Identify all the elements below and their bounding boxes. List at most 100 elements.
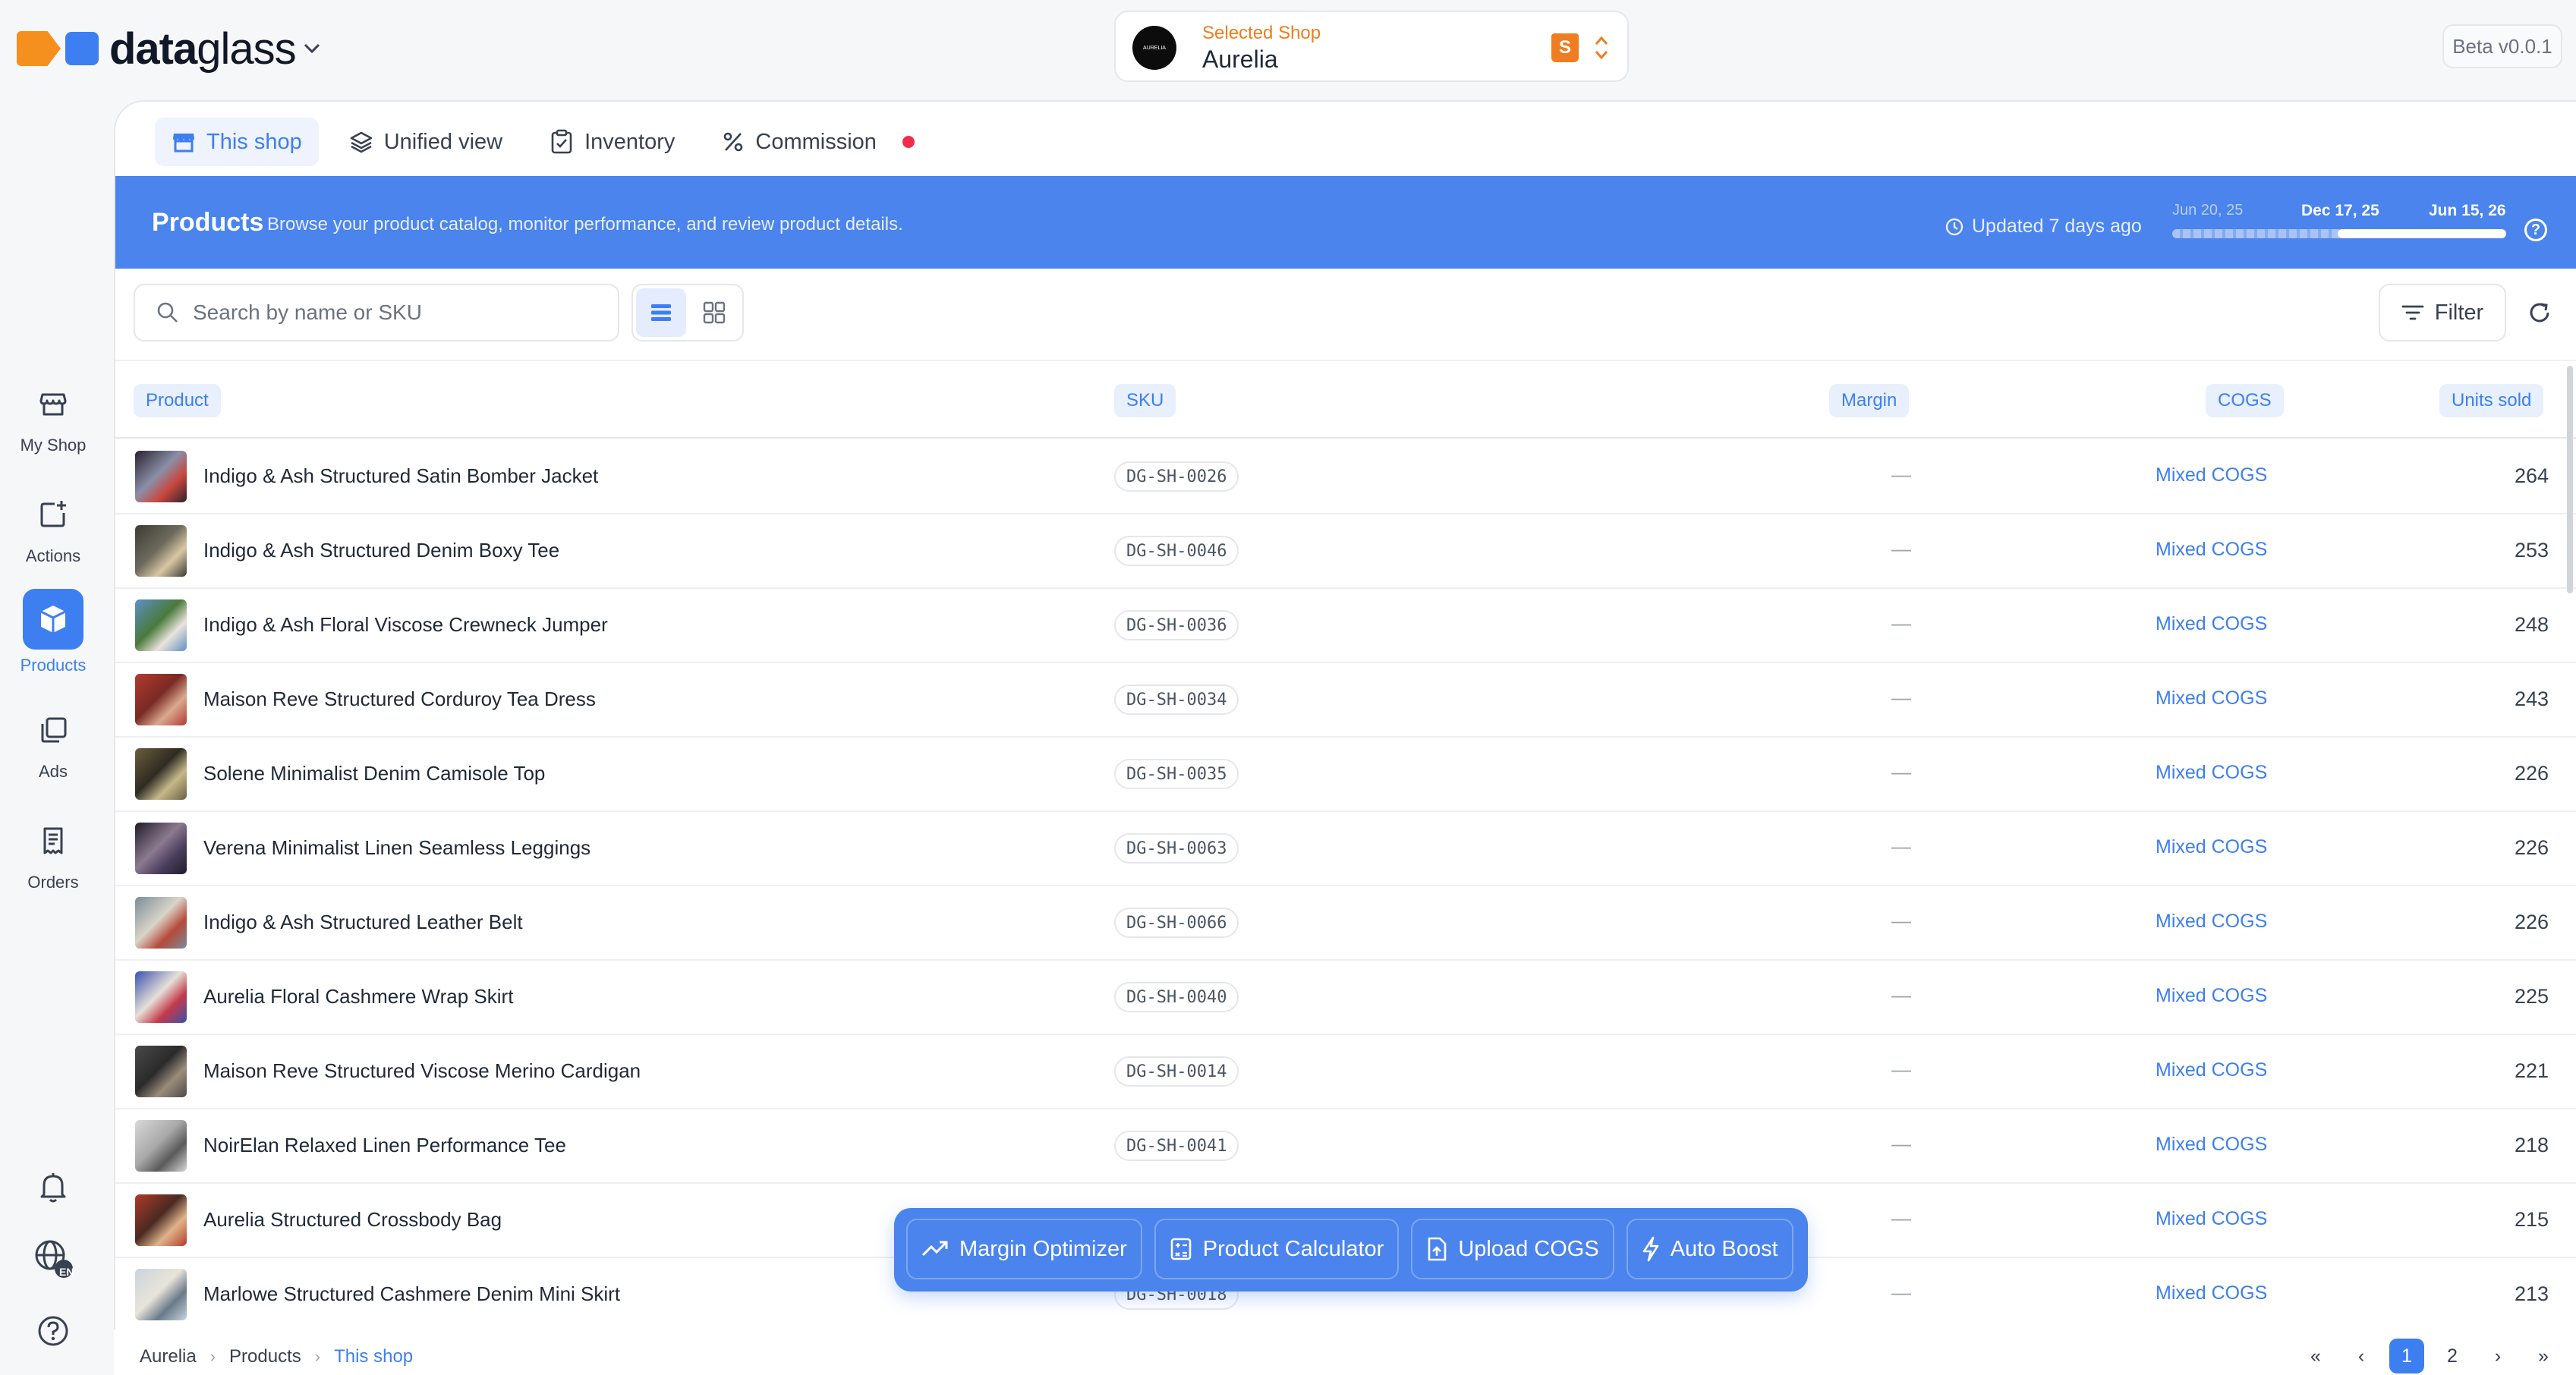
upload-cogs-button[interactable]: Upload COGS [1411,1219,1614,1279]
table-row[interactable]: Indigo & Ash Floral Viscose Crewneck Jum… [115,589,2576,663]
product-thumbnail[interactable] [135,1120,187,1172]
search-input[interactable] [193,300,587,325]
nav-item-orders[interactable]: Orders [0,815,106,892]
filter-button[interactable]: Filter [2379,284,2506,341]
product-thumbnail[interactable] [135,1194,187,1246]
cogs-link[interactable]: Mixed COGS [2156,762,2267,784]
product-name[interactable]: Indigo & Ash Structured Leather Belt [203,911,523,934]
units-sold-value: 215 [2514,1208,2549,1231]
cogs-link[interactable]: Mixed COGS [2156,539,2267,561]
tab-this-shop[interactable]: This shop [155,118,319,166]
product-name[interactable]: NoirElan Relaxed Linen Performance Tee [203,1134,566,1157]
cogs-link[interactable]: Mixed COGS [2156,836,2267,858]
table-row[interactable]: Maison Reve Structured Corduroy Tea Dres… [115,663,2576,738]
prev-page-icon[interactable]: ‹ [2344,1339,2379,1373]
product-name[interactable]: Maison Reve Structured Corduroy Tea Dres… [203,688,596,711]
breadcrumb-item[interactable]: Aurelia [140,1346,197,1367]
page-button-1[interactable]: 1 [2389,1339,2424,1373]
tab-inventory[interactable]: Inventory [533,118,691,166]
page-button-2[interactable]: 2 [2435,1339,2470,1373]
column-header-margin[interactable]: Margin [1829,384,1910,417]
margin-value: — [1891,1058,1911,1081]
store-icon [173,134,194,153]
tab-commission[interactable]: Commission [705,118,931,166]
product-name[interactable]: Indigo & Ash Floral Viscose Crewneck Jum… [203,613,608,637]
auto-boost-button[interactable]: Auto Boost [1626,1219,1793,1279]
product-name[interactable]: Aurelia Floral Cashmere Wrap Skirt [203,985,513,1008]
toolbar: Filter [115,269,2576,360]
product-thumbnail[interactable] [135,674,187,725]
product-thumbnail[interactable] [135,897,187,949]
product-thumbnail[interactable] [135,748,187,800]
cogs-link[interactable]: Mixed COGS [2156,1282,2267,1304]
tab-unified-view[interactable]: Unified view [332,118,519,166]
cogs-link[interactable]: Mixed COGS [2156,464,2267,486]
product-name[interactable]: Indigo & Ash Structured Denim Boxy Tee [203,539,559,562]
column-header-cogs[interactable]: COGS [2206,384,2284,417]
table-row[interactable]: Aurelia Floral Cashmere Wrap Skirt DG-SH-… [115,961,2576,1035]
column-header-sku[interactable]: SKU [1114,384,1176,417]
pagination: « ‹ 1 2 › » [2298,1339,2561,1373]
product-thumbnail[interactable] [135,823,187,874]
table-row[interactable]: Verena Minimalist Linen Seamless Legging… [115,812,2576,886]
margin-value: — [1891,612,1911,634]
date-range-selection[interactable] [2338,229,2506,238]
next-page-icon[interactable]: › [2480,1339,2515,1373]
table-row[interactable]: Indigo & Ash Structured Denim Boxy Tee DG… [115,514,2576,589]
help-icon[interactable]: ? [2524,219,2547,241]
bell-icon[interactable] [27,1161,79,1213]
product-thumbnail[interactable] [135,1269,187,1320]
list-view-button[interactable] [636,288,686,337]
cogs-link[interactable]: Mixed COGS [2156,688,2267,710]
brand-wordmark: dataglass [109,24,297,74]
margin-value: — [1891,686,1911,709]
chevron-up-down-icon[interactable] [1594,35,1609,61]
product-thumbnail[interactable] [135,971,187,1023]
product-calculator-button[interactable]: Product Calculator [1154,1219,1400,1279]
margin-optimizer-button[interactable]: Margin Optimizer [906,1219,1142,1279]
table-row[interactable]: Indigo & Ash Structured Satin Bomber Jac… [115,440,2576,514]
product-table-body: Indigo & Ash Structured Satin Bomber Jac… [115,440,2576,1333]
table-row[interactable]: Indigo & Ash Structured Leather Belt DG-S… [115,886,2576,961]
sku-badge: DG-SH-0041 [1114,1131,1239,1161]
column-header-product[interactable]: Product [134,384,221,417]
nav-item-my-shop[interactable]: My Shop [0,378,106,455]
column-header-units-sold[interactable]: Units sold [2439,384,2544,417]
nav-item-ads[interactable]: Ads [0,704,106,782]
cogs-link[interactable]: Mixed COGS [2156,911,2267,933]
product-thumbnail[interactable] [135,451,187,502]
breadcrumb-item[interactable]: Products [229,1346,301,1367]
last-page-icon[interactable]: » [2526,1339,2561,1373]
product-name[interactable]: Marlowe Structured Cashmere Denim Mini S… [203,1282,620,1306]
first-page-icon[interactable]: « [2298,1339,2333,1373]
table-row[interactable]: Solene Minimalist Denim Camisole Top DG-S… [115,738,2576,812]
shop-selector[interactable]: AURELIA Selected Shop Aurelia S [1114,11,1629,82]
nav-item-products[interactable]: Products [0,589,106,675]
chevron-down-icon[interactable] [304,43,320,54]
product-thumbnail[interactable] [135,1046,187,1097]
product-thumbnail[interactable] [135,599,187,651]
scrollbar[interactable] [2567,366,2573,593]
product-name[interactable]: Verena Minimalist Linen Seamless Legging… [203,836,590,860]
cogs-link[interactable]: Mixed COGS [2156,1208,2267,1230]
table-row[interactable]: NoirElan Relaxed Linen Performance Tee DG… [115,1109,2576,1184]
refresh-icon[interactable] [2518,291,2561,334]
product-thumbnail[interactable] [135,525,187,577]
product-name[interactable]: Aurelia Structured Crossbody Bag [203,1208,502,1232]
product-name[interactable]: Solene Minimalist Denim Camisole Top [203,762,545,785]
globe-language-icon[interactable]: EN [27,1232,79,1284]
cogs-link[interactable]: Mixed COGS [2156,1134,2267,1156]
product-name[interactable]: Maison Reve Structured Viscose Merino Ca… [203,1059,641,1083]
grid-view-button[interactable] [689,288,739,337]
margin-value: — [1891,835,1911,857]
cogs-link[interactable]: Mixed COGS [2156,613,2267,635]
receipt-icon [27,815,79,867]
table-row[interactable]: Maison Reve Structured Viscose Merino Ca… [115,1035,2576,1109]
nav-item-actions[interactable]: Actions [0,489,106,566]
help-icon[interactable] [27,1305,79,1357]
product-name[interactable]: Indigo & Ash Structured Satin Bomber Jac… [203,464,598,488]
cogs-link[interactable]: Mixed COGS [2156,985,2267,1007]
search-box[interactable] [134,284,619,341]
cogs-link[interactable]: Mixed COGS [2156,1059,2267,1081]
brand-logo[interactable]: dataglass [17,23,320,74]
